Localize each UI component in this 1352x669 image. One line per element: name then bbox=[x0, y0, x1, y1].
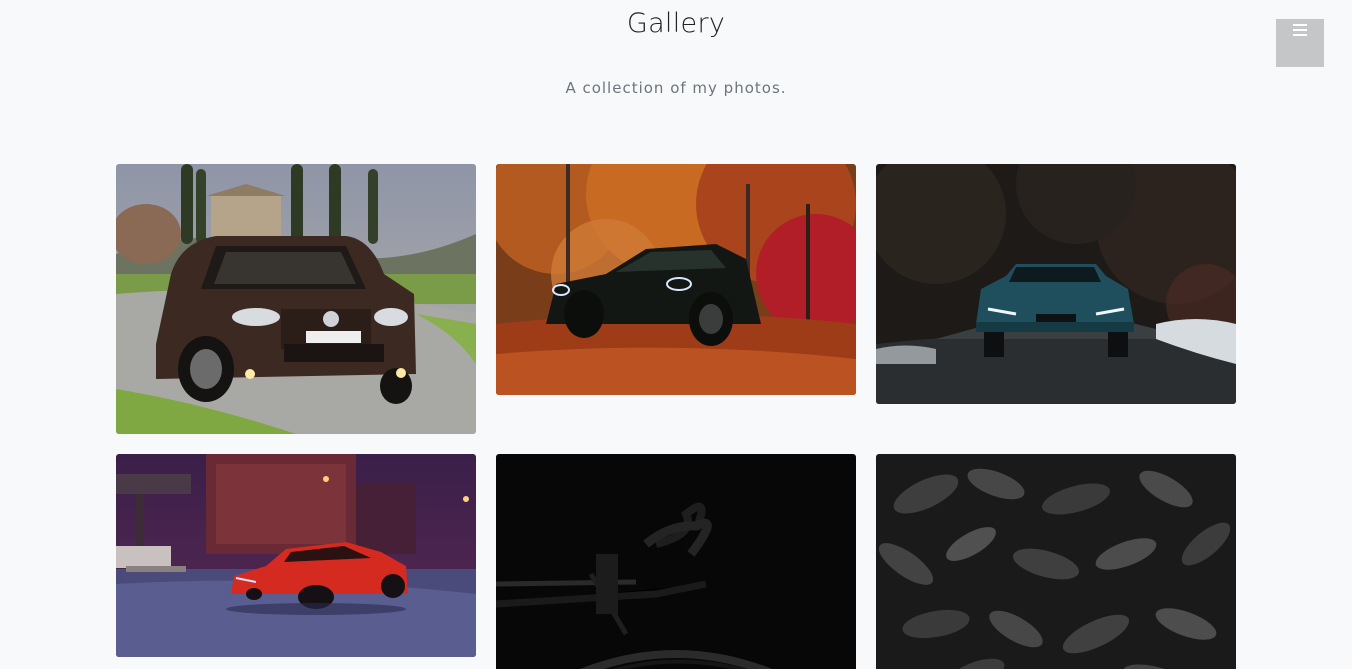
hamburger-icon bbox=[1293, 24, 1307, 39]
photo-red-coupe-night[interactable] bbox=[116, 454, 476, 657]
menu-button[interactable] bbox=[1276, 19, 1324, 67]
gallery-page: Gallery A collection of my photos. bbox=[0, 0, 1352, 669]
photo-brown-suv[interactable] bbox=[116, 164, 476, 434]
page-subtitle: A collection of my photos. bbox=[565, 79, 787, 97]
photo-bicycle-dark[interactable] bbox=[496, 454, 856, 669]
photo-teal-coupe-dark-road[interactable] bbox=[876, 164, 1236, 404]
photo-black-sedan-autumn[interactable] bbox=[496, 164, 856, 395]
photo-dark-leaves[interactable] bbox=[876, 454, 1236, 669]
page-title: Gallery bbox=[626, 8, 726, 39]
